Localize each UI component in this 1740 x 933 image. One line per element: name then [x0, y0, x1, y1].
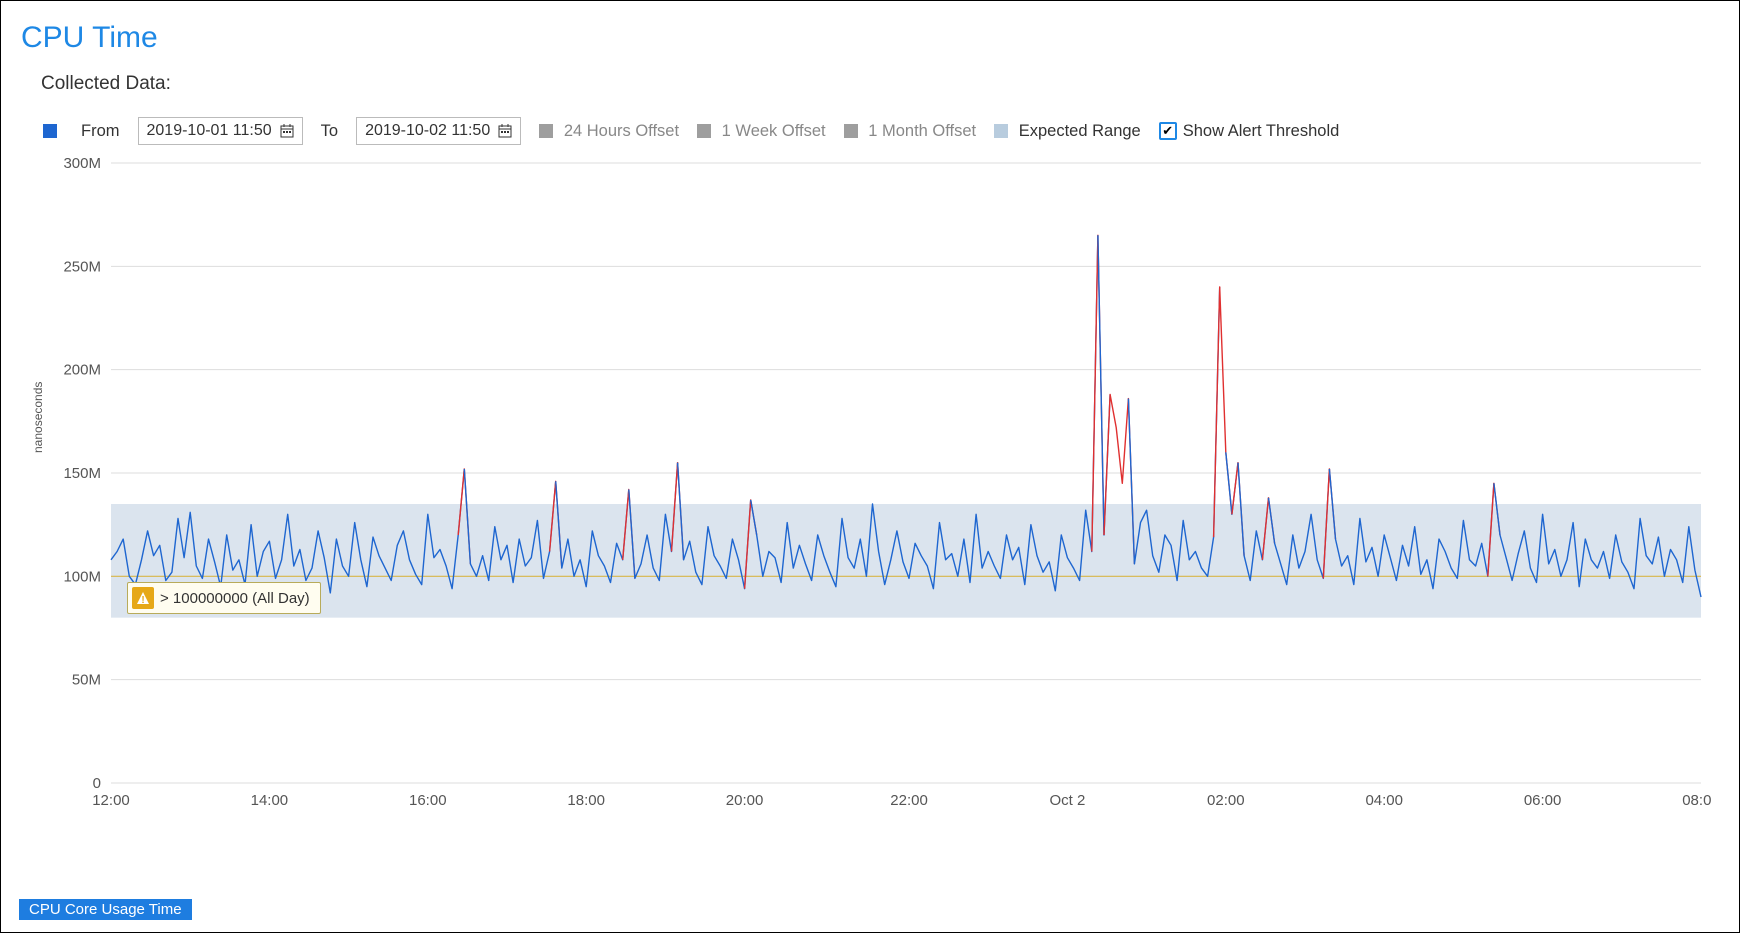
svg-text:300M: 300M — [63, 155, 101, 172]
svg-text:0: 0 — [93, 775, 101, 792]
svg-text:150M: 150M — [63, 465, 101, 482]
legend-1w-offset[interactable]: 1 Week Offset — [697, 122, 826, 141]
to-date-input[interactable]: 2019-10-02 11:50 — [356, 117, 521, 145]
legend-1m-offset[interactable]: 1 Month Offset — [844, 122, 977, 141]
calendar-icon — [280, 124, 294, 138]
legend-24h-offset[interactable]: 24 Hours Offset — [539, 122, 679, 141]
svg-text:18:00: 18:00 — [567, 792, 605, 809]
svg-text:Oct 2: Oct 2 — [1050, 792, 1086, 809]
from-date-input[interactable]: 2019-10-01 11:50 — [138, 117, 303, 145]
calendar-icon — [498, 124, 512, 138]
svg-text:06:00: 06:00 — [1524, 792, 1562, 809]
svg-text:04:00: 04:00 — [1365, 792, 1403, 809]
chart-controls: From 2019-10-01 11:50 To 2019-10-02 11:5… — [43, 117, 1715, 145]
from-date-value: 2019-10-01 11:50 — [147, 122, 272, 140]
svg-text:14:00: 14:00 — [251, 792, 289, 809]
square-icon — [994, 124, 1008, 138]
alert-threshold-badge[interactable]: ! > 100000000 (All Day) — [127, 582, 321, 614]
y-axis-label: nanoseconds — [31, 382, 45, 453]
to-date-value: 2019-10-02 11:50 — [365, 122, 490, 140]
to-label: To — [321, 122, 338, 141]
square-icon — [539, 124, 553, 138]
svg-text:20:00: 20:00 — [726, 792, 764, 809]
page-title: CPU Time — [21, 21, 1715, 55]
svg-text:50M: 50M — [72, 672, 101, 689]
warning-icon: ! — [132, 587, 154, 609]
svg-text:08:00: 08:00 — [1682, 792, 1711, 809]
svg-text:16:00: 16:00 — [409, 792, 447, 809]
svg-text:!: ! — [141, 595, 144, 605]
svg-text:12:00: 12:00 — [92, 792, 130, 809]
series-tab-cpu-core-usage[interactable]: CPU Core Usage Time — [19, 899, 192, 920]
square-icon — [844, 124, 858, 138]
svg-text:200M: 200M — [63, 362, 101, 379]
chart-area: nanoseconds 0 50M 100M 150M 200M 250M 300M 12:0… — [21, 153, 1715, 833]
alert-threshold-text: > 100000000 (All Day) — [160, 590, 310, 607]
show-alert-threshold-checkbox[interactable]: ✔ Show Alert Threshold — [1159, 122, 1340, 141]
square-icon — [697, 124, 711, 138]
svg-text:22:00: 22:00 — [890, 792, 928, 809]
svg-text:250M: 250M — [63, 258, 101, 275]
checkbox-icon: ✔ — [1159, 122, 1177, 140]
svg-text:02:00: 02:00 — [1207, 792, 1245, 809]
svg-text:100M: 100M — [63, 568, 101, 585]
from-swatch — [43, 124, 57, 138]
from-label: From — [81, 122, 120, 141]
legend-expected-range[interactable]: Expected Range — [994, 122, 1141, 141]
cpu-time-chart: 0 50M 100M 150M 200M 250M 300M 12:00 14:00 16:00 1… — [21, 153, 1711, 833]
section-label: Collected Data: — [41, 73, 1715, 95]
